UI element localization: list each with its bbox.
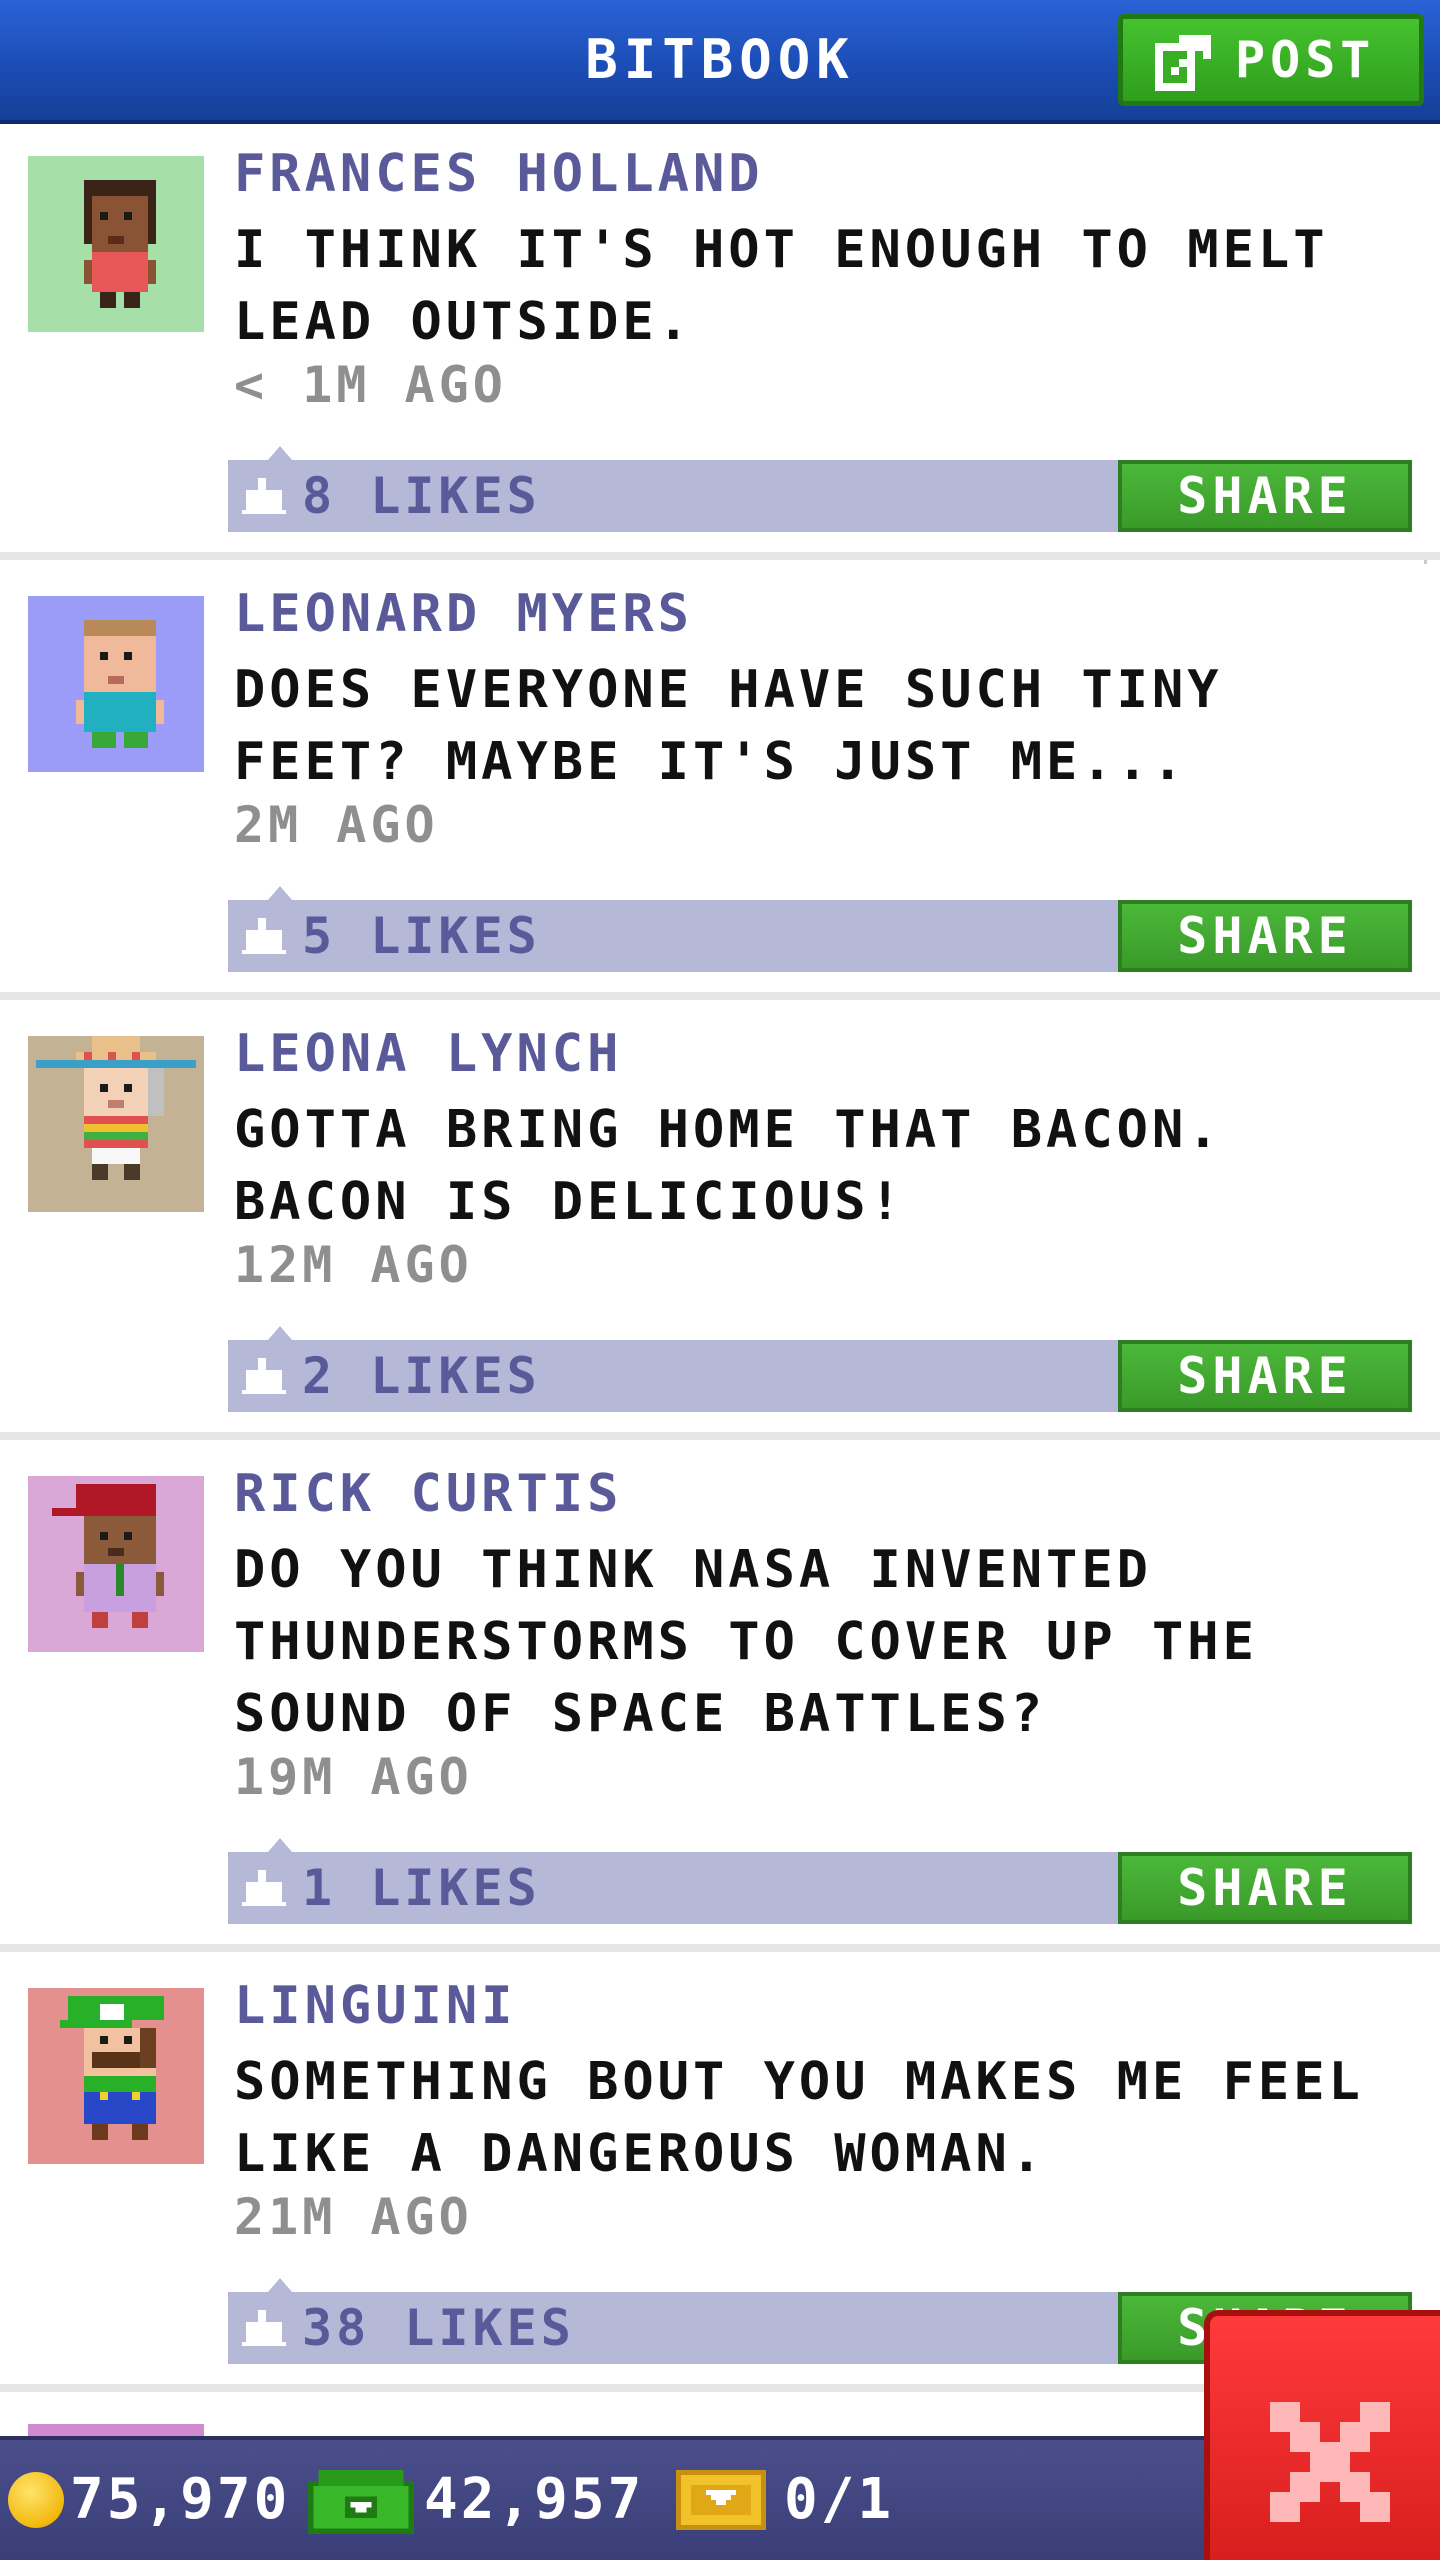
share-button[interactable]: SHARE xyxy=(1118,1852,1412,1924)
thumbs-up-icon xyxy=(242,1870,286,1906)
post-message: I THINK IT'S HOT ENOUGH TO MELT LEAD OUT… xyxy=(234,220,1329,352)
post-author[interactable]: LEONARD MYERS xyxy=(234,584,693,644)
post-author[interactable]: RICK CURTIS xyxy=(234,1464,622,1524)
avatar[interactable] xyxy=(28,1988,204,2164)
post-button[interactable]: POST xyxy=(1118,14,1424,106)
avatar-image xyxy=(28,156,204,332)
like-count: 38 LIKES xyxy=(302,2299,575,2357)
avatar[interactable] xyxy=(28,1476,204,1652)
post-author[interactable]: LINGUINI xyxy=(234,1976,516,2036)
post-timestamp: 21M AGO xyxy=(234,2188,473,2246)
post-author[interactable]: LEONA LYNCH xyxy=(234,1024,622,1084)
avatar-image xyxy=(28,1988,204,2164)
like-bar-notch xyxy=(268,1326,292,1340)
bitbook-screen: BITBOOK POST FRANCES HOLLAND I THINK IT'… xyxy=(0,0,1440,2560)
coin-icon xyxy=(8,2472,64,2528)
post-divider xyxy=(0,1944,1440,1952)
thumbs-up-icon xyxy=(242,918,286,954)
share-button[interactable]: SHARE xyxy=(1118,1340,1412,1412)
avatar[interactable] xyxy=(28,596,204,772)
bux-balance: 42,957 xyxy=(424,2467,645,2532)
post-divider xyxy=(0,1432,1440,1440)
coin-balance: 75,970 xyxy=(70,2467,291,2532)
avatar-image xyxy=(28,1036,204,1212)
like-count: 2 LIKES xyxy=(302,1347,541,1405)
like-bar-notch xyxy=(268,446,292,460)
thumbs-up-icon xyxy=(242,1358,286,1394)
thumbs-up-icon xyxy=(242,2310,286,2346)
post-message: GOTTA BRING HOME THAT BACON. BACON IS DE… xyxy=(234,1100,1223,1232)
avatar[interactable] xyxy=(28,1036,204,1212)
avatar-image xyxy=(28,1476,204,1652)
post-timestamp: < 1M AGO xyxy=(234,356,507,414)
post-timestamp: 19M AGO xyxy=(234,1748,473,1806)
share-button-label: SHARE xyxy=(1177,1347,1353,1405)
post-message: SOMETHING BOUT YOU MAKES ME FEEL LIKE A … xyxy=(234,2052,1364,2184)
post-message: DOES EVERYONE HAVE SUCH TINY FEET? MAYBE… xyxy=(234,660,1223,792)
close-button[interactable] xyxy=(1204,2310,1440,2560)
share-button-label: SHARE xyxy=(1177,467,1353,525)
like-count: 1 LIKES xyxy=(302,1859,541,1917)
post-timestamp: 2M AGO xyxy=(234,796,439,854)
share-button-label: SHARE xyxy=(1177,1859,1353,1917)
post-button-label: POST xyxy=(1235,31,1376,89)
share-button-label: SHARE xyxy=(1177,907,1353,965)
cash-icon xyxy=(308,2470,414,2534)
close-icon xyxy=(1270,2402,1390,2522)
like-bar-notch xyxy=(268,2278,292,2292)
avatar-image xyxy=(28,596,204,772)
share-button[interactable]: SHARE xyxy=(1118,900,1412,972)
feed-post: RICK CURTIS DO YOU THINK NASA INVENTED T… xyxy=(0,1444,1440,1944)
ticket-count: 0/1 xyxy=(784,2467,895,2532)
feed-post: LEONA LYNCH GOTTA BRING HOME THAT BACON.… xyxy=(0,1004,1440,1432)
feed-post: FRANCES HOLLAND I THINK IT'S HOT ENOUGH … xyxy=(0,124,1440,552)
post-message: DO YOU THINK NASA INVENTED THUNDERSTORMS… xyxy=(234,1540,1258,1744)
compose-icon xyxy=(1155,35,1211,91)
like-bar-notch xyxy=(268,886,292,900)
thumbs-up-icon xyxy=(242,478,286,514)
like-count: 8 LIKES xyxy=(302,467,541,525)
like-bar-notch xyxy=(268,1838,292,1852)
post-timestamp: 12M AGO xyxy=(234,1236,473,1294)
app-header: BITBOOK POST xyxy=(0,0,1440,124)
feed-post: LEONARD MYERS DOES EVERYONE HAVE SUCH TI… xyxy=(0,564,1440,992)
share-button[interactable]: SHARE xyxy=(1118,460,1412,532)
post-author[interactable]: FRANCES HOLLAND xyxy=(234,144,764,204)
post-divider xyxy=(0,992,1440,1000)
post-divider xyxy=(0,552,1440,560)
ticket-icon xyxy=(676,2470,766,2530)
avatar[interactable] xyxy=(28,156,204,332)
like-count: 5 LIKES xyxy=(302,907,541,965)
